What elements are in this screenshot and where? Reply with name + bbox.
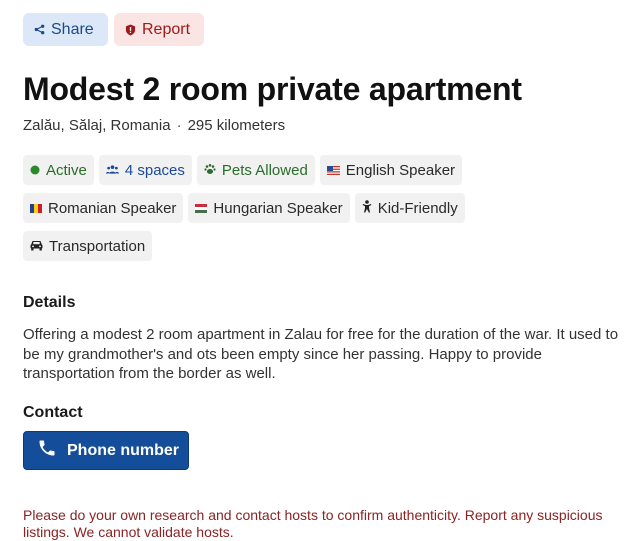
tag-label: Transportation <box>49 237 146 255</box>
tag-hungarian: Hungarian Speaker <box>188 193 350 223</box>
tag-label: Pets Allowed <box>221 161 308 179</box>
hungary-flag-icon <box>195 200 208 217</box>
us-flag-icon <box>326 162 340 179</box>
car-icon <box>30 238 43 255</box>
child-icon <box>362 199 372 217</box>
tag-romanian: Romanian Speaker <box>23 193 184 223</box>
tag-active: Active <box>23 155 94 185</box>
listing-container: Share Report Modest 2 room private apart… <box>23 13 623 540</box>
tag-pets: Pets Allowed <box>196 155 315 185</box>
tag-kid-friendly: Kid-Friendly <box>354 193 465 223</box>
phone-number-button[interactable]: Phone number <box>23 431 189 470</box>
location-text: Zalău, Sălaj, Romania <box>23 117 171 134</box>
report-label: Report <box>142 20 191 38</box>
details-heading: Details <box>23 294 76 311</box>
tag-label: Active <box>46 161 87 179</box>
listing-location-line: Zalău, Sălaj, Romania · 295 kilometers <box>23 117 285 134</box>
romania-flag-icon <box>30 200 42 217</box>
action-bar: Share Report <box>23 13 623 46</box>
status-dot-icon <box>30 162 40 179</box>
distance-text: 295 kilometers <box>187 117 286 134</box>
tag-label: 4 spaces <box>124 161 185 179</box>
listing-title: Modest 2 room private apartment <box>23 71 522 107</box>
tag-label: Hungarian Speaker <box>213 199 343 217</box>
tag-label: English Speaker <box>345 161 456 179</box>
shield-icon <box>125 24 136 36</box>
separator-dot: · <box>176 117 182 134</box>
phone-icon <box>37 438 57 463</box>
phone-button-label: Phone number <box>67 441 180 459</box>
tag-transportation: Transportation <box>23 231 153 261</box>
tag-list: Active 4 spaces Pets Allowed English Spe… <box>23 155 623 269</box>
report-button[interactable]: Report <box>114 13 204 46</box>
people-icon <box>105 162 119 179</box>
tag-english: English Speaker <box>319 155 463 185</box>
details-body: Offering a modest 2 room apartment in Za… <box>23 326 619 382</box>
tag-label: Romanian Speaker <box>48 199 177 217</box>
share-icon <box>34 24 45 35</box>
contact-heading: Contact <box>23 404 83 421</box>
tag-spaces: 4 spaces <box>98 155 192 185</box>
paw-icon <box>204 162 216 179</box>
tag-label: Kid-Friendly <box>377 199 458 217</box>
share-label: Share <box>51 20 94 38</box>
share-button[interactable]: Share <box>23 13 108 46</box>
